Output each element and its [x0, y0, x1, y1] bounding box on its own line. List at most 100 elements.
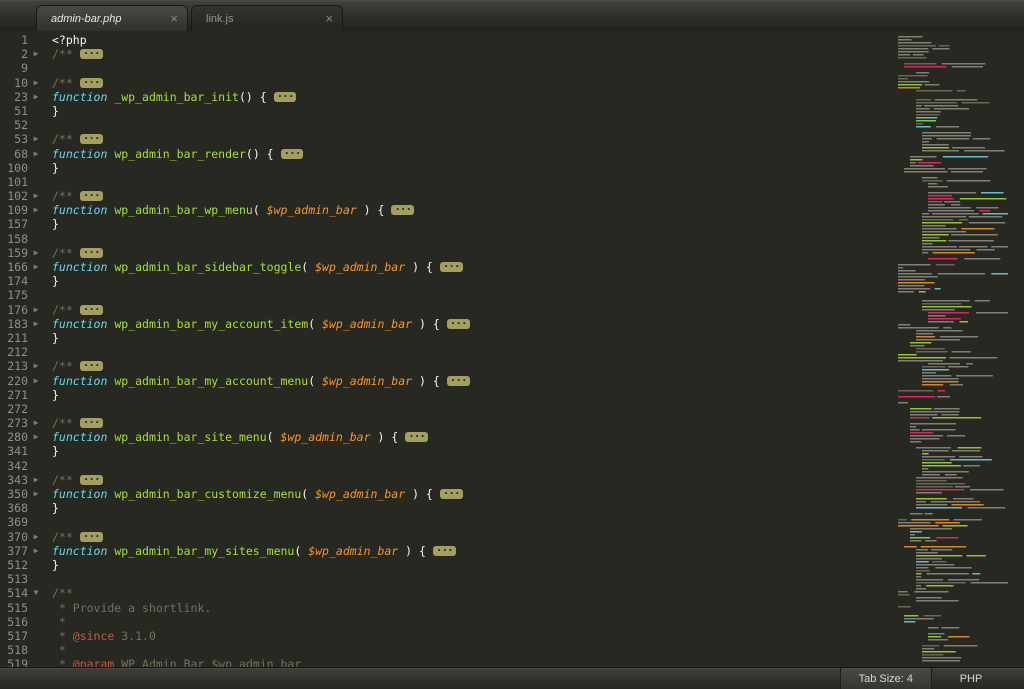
- fold-open-icon[interactable]: ▼: [28, 586, 44, 600]
- fold-closed-icon[interactable]: ▶: [28, 76, 44, 90]
- folded-code-icon[interactable]: ···: [433, 546, 456, 556]
- fold-closed-icon[interactable]: ▶: [28, 47, 44, 61]
- tab-size-label: Tab Size: 4: [859, 673, 913, 685]
- code-token: $wp_admin_bar: [322, 374, 412, 388]
- folded-code-icon[interactable]: ···: [80, 191, 103, 201]
- folded-code-icon[interactable]: ···: [80, 475, 103, 485]
- tab-admin-bar.php[interactable]: admin-bar.php×: [36, 5, 188, 31]
- folded-code-icon[interactable]: ···: [80, 78, 103, 88]
- line-number: 271: [0, 388, 28, 402]
- fold-closed-icon[interactable]: ▶: [28, 374, 44, 388]
- folded-code-icon[interactable]: ···: [281, 149, 304, 159]
- folded-code-icon[interactable]: ···: [405, 432, 428, 442]
- fold-closed-icon[interactable]: ▶: [28, 430, 44, 444]
- fold-closed-icon[interactable]: ▶: [28, 189, 44, 203]
- source-text: }: [44, 388, 59, 402]
- tab-link.js[interactable]: link.js×: [191, 5, 343, 31]
- code-line: 516 *: [0, 615, 894, 629]
- folded-code-icon[interactable]: ···: [274, 92, 297, 102]
- minimap[interactable]: [896, 31, 1024, 668]
- fold-closed-icon[interactable]: ▶: [28, 317, 44, 331]
- code-line: 166▶function wp_admin_bar_sidebar_toggle…: [0, 260, 894, 274]
- folded-code-icon[interactable]: ···: [80, 49, 103, 59]
- line-number: 369: [0, 515, 28, 529]
- line-number: 10: [0, 76, 28, 90]
- fold-closed-icon[interactable]: ▶: [28, 530, 44, 544]
- folded-code-icon[interactable]: ···: [440, 262, 463, 272]
- folded-code-icon[interactable]: ···: [440, 489, 463, 499]
- status-language[interactable]: PHP: [932, 668, 1010, 689]
- code-token: wp_admin_bar_render: [114, 147, 246, 161]
- code-token: wp_admin_bar_sidebar_toggle: [114, 260, 301, 274]
- folded-code-icon[interactable]: ···: [80, 361, 103, 371]
- line-number: 176: [0, 303, 28, 317]
- fold-closed-icon[interactable]: ▶: [28, 246, 44, 260]
- fold-closed-icon[interactable]: ▶: [28, 147, 44, 161]
- code-line: 9: [0, 61, 894, 75]
- fold-closed-icon[interactable]: ▶: [28, 416, 44, 430]
- fold-closed-icon[interactable]: ▶: [28, 473, 44, 487]
- folded-code-icon[interactable]: ···: [80, 532, 103, 542]
- code-token: function: [52, 203, 107, 217]
- folded-code-icon[interactable]: ···: [80, 418, 103, 428]
- code-line: 102▶/** ···: [0, 189, 894, 203]
- code-token: }: [52, 501, 59, 515]
- code-line: 183▶function wp_admin_bar_my_account_ite…: [0, 317, 894, 331]
- code-token: @since: [73, 629, 115, 643]
- code-line: 517 * @since 3.1.0: [0, 629, 894, 643]
- code-line: 220▶function wp_admin_bar_my_account_men…: [0, 374, 894, 388]
- fold-closed-icon[interactable]: ▶: [28, 303, 44, 317]
- tabs-container: admin-bar.php×link.js×: [0, 0, 1024, 31]
- code-line: 513: [0, 572, 894, 586]
- fold-closed-icon[interactable]: ▶: [28, 203, 44, 217]
- folded-code-icon[interactable]: ···: [80, 134, 103, 144]
- code-line: 271}: [0, 388, 894, 402]
- editor-pane[interactable]: 1<?php2▶/** ···910▶/** ···23▶function _w…: [0, 31, 1024, 668]
- source-text: function wp_admin_bar_wp_menu( $wp_admin…: [44, 203, 414, 217]
- fold-closed-icon[interactable]: ▶: [28, 260, 44, 274]
- status-tab-size[interactable]: Tab Size: 4: [840, 668, 932, 689]
- fold-closed-icon[interactable]: ▶: [28, 359, 44, 373]
- line-number: 175: [0, 288, 28, 302]
- fold-closed-icon[interactable]: ▶: [28, 544, 44, 558]
- folded-code-icon[interactable]: ···: [447, 376, 470, 386]
- line-number: 220: [0, 374, 28, 388]
- source-text: }: [44, 558, 59, 572]
- close-tab-icon[interactable]: ×: [170, 14, 178, 24]
- status-bar: Tab Size: 4 PHP: [0, 667, 1024, 689]
- fold-closed-icon[interactable]: ▶: [28, 90, 44, 104]
- code-line: 518 *: [0, 643, 894, 657]
- folded-code-icon[interactable]: ···: [80, 305, 103, 315]
- code-token: }: [52, 444, 59, 458]
- folded-code-icon[interactable]: ···: [80, 248, 103, 258]
- line-number: 101: [0, 175, 28, 189]
- folded-code-icon[interactable]: ···: [447, 319, 470, 329]
- fold-closed-icon[interactable]: ▶: [28, 132, 44, 146]
- line-number: 1: [0, 33, 28, 47]
- line-number: 514: [0, 586, 28, 600]
- line-number: 350: [0, 487, 28, 501]
- code-line: 157}: [0, 217, 894, 231]
- code-token: ) {: [405, 260, 440, 274]
- code-line: 512}: [0, 558, 894, 572]
- line-number: 370: [0, 530, 28, 544]
- code-token: wp_admin_bar_my_sites_menu: [114, 544, 294, 558]
- folded-code-icon[interactable]: ···: [391, 205, 414, 215]
- code-line: 272: [0, 402, 894, 416]
- line-number: 343: [0, 473, 28, 487]
- code-token: $wp_admin_bar: [322, 317, 412, 331]
- fold-closed-icon[interactable]: ▶: [28, 487, 44, 501]
- code-line: 213▶/** ···: [0, 359, 894, 373]
- code-area[interactable]: 1<?php2▶/** ···910▶/** ···23▶function _w…: [0, 33, 894, 668]
- source-text: }: [44, 501, 59, 515]
- line-number: 368: [0, 501, 28, 515]
- code-token: /**: [52, 189, 80, 203]
- line-number: 109: [0, 203, 28, 217]
- code-token: $wp_admin_bar: [315, 487, 405, 501]
- source-text: /** ···: [44, 132, 103, 146]
- close-tab-icon[interactable]: ×: [325, 14, 333, 24]
- source-text: /** ···: [44, 303, 103, 317]
- line-number: 280: [0, 430, 28, 444]
- source-text: function wp_admin_bar_my_sites_menu( $wp…: [44, 544, 456, 558]
- code-line: 23▶function _wp_admin_bar_init() { ···: [0, 90, 894, 104]
